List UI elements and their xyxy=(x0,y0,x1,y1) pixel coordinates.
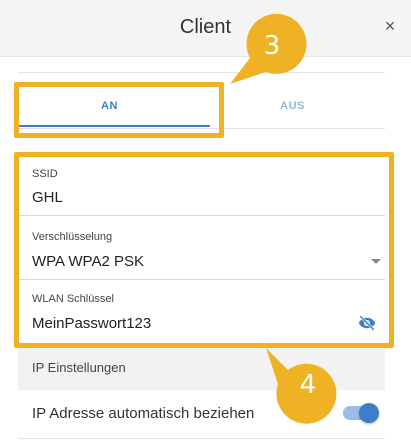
callout-3: 3 xyxy=(228,10,312,88)
highlight-box-tabs xyxy=(14,82,224,138)
highlight-box-fields xyxy=(14,152,394,348)
dialog-title: Client xyxy=(179,16,232,38)
toggle-knob xyxy=(359,403,379,423)
auto-ip-label: IP Adresse automatisch beziehen xyxy=(32,405,255,422)
tab-aus[interactable]: AUS xyxy=(201,84,384,128)
section-title: IP Einstellungen xyxy=(32,360,126,375)
callout-3-number: 3 xyxy=(263,31,281,61)
auto-ip-toggle[interactable] xyxy=(343,403,379,423)
close-icon[interactable]: × xyxy=(379,15,401,37)
callout-4-number: 4 xyxy=(299,370,317,400)
dialog-header: Client × xyxy=(0,0,411,57)
callout-4: 4 xyxy=(264,346,346,426)
divider xyxy=(18,72,385,73)
